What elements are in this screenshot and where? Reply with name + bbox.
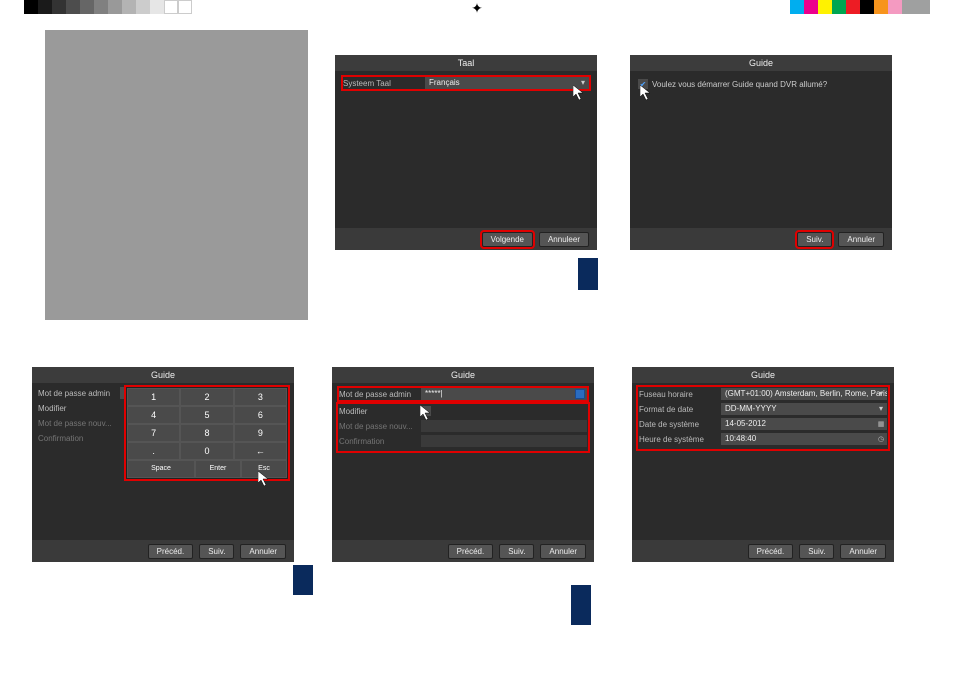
cancel-button[interactable]: Annuler: [838, 232, 884, 247]
modify-label: Modifier: [339, 407, 421, 416]
admin-password-label: Mot de passe admin: [38, 389, 120, 398]
screen-datetime: Guide Fuseau horaire (GMT+01:00) Amsterd…: [632, 367, 894, 562]
confirm-label: Confirmation: [38, 434, 120, 443]
keyboard-icon[interactable]: [575, 389, 585, 399]
numpad-key-3[interactable]: 3: [234, 388, 287, 406]
numpad-key-8[interactable]: 8: [180, 424, 233, 442]
cancel-button[interactable]: Annuler: [240, 544, 286, 559]
numpad-key-9[interactable]: 9: [234, 424, 287, 442]
prev-button[interactable]: Précéd.: [748, 544, 794, 559]
calendar-icon[interactable]: ▦: [877, 419, 885, 427]
virtual-numpad: 1 2 3 4 5 6 7 8 9 . 0 ← Space Enter: [126, 387, 288, 479]
numpad-key-6[interactable]: 6: [234, 406, 287, 424]
timezone-label: Fuseau horaire: [639, 390, 721, 399]
numpad-key-enter[interactable]: Enter: [195, 460, 241, 478]
numpad-key-space[interactable]: Space: [127, 460, 195, 478]
numpad-key-7[interactable]: 7: [127, 424, 180, 442]
registration-icon: ✦: [471, 0, 483, 17]
clock-icon[interactable]: ◷: [877, 434, 885, 442]
annotation-marker: [293, 565, 313, 595]
start-guide-label: Voulez vous démarrer Guide quand DVR all…: [652, 80, 827, 89]
colorbar-left: [24, 0, 192, 14]
annotation-marker: [578, 258, 598, 290]
window-title: Guide: [630, 55, 892, 71]
start-guide-checkbox[interactable]: ✔: [638, 79, 648, 89]
language-dropdown[interactable]: Français: [425, 77, 589, 89]
screen-language: Taal Systeem Taal Français Volgende Annu…: [335, 55, 597, 250]
systemdate-field[interactable]: 14-05-2012 ▦: [721, 418, 887, 430]
new-password-label: Mot de passe nouv...: [38, 419, 120, 428]
numpad-key-2[interactable]: 2: [180, 388, 233, 406]
cancel-button[interactable]: Annuleer: [539, 232, 589, 247]
systemtime-label: Heure de système: [639, 435, 721, 444]
modify-label: Modifier: [38, 404, 120, 413]
systemtime-field[interactable]: 10:48:40 ◷: [721, 433, 887, 445]
numpad-key-4[interactable]: 4: [127, 406, 180, 424]
next-button[interactable]: Suiv.: [499, 544, 534, 559]
numpad-key-dot[interactable]: .: [127, 442, 180, 460]
confirm-label: Confirmation: [339, 437, 421, 446]
numpad-key-0[interactable]: 0: [180, 442, 233, 460]
colorbar-right: [790, 0, 930, 14]
screen-password-numpad: Guide Mot de passe admin ***** Modifier …: [32, 367, 294, 562]
annotation-marker: [571, 585, 591, 625]
prev-button[interactable]: Précéd.: [148, 544, 194, 559]
window-title: Guide: [332, 367, 594, 383]
preview-noise-block: [45, 30, 308, 320]
prev-button[interactable]: Précéd.: [448, 544, 494, 559]
numpad-key-esc[interactable]: Esc: [241, 460, 287, 478]
window-title: Guide: [32, 367, 294, 383]
screen-password-modify: Guide Mot de passe admin *****| Modifier…: [332, 367, 594, 562]
cancel-button[interactable]: Annuler: [540, 544, 586, 559]
cancel-button[interactable]: Annuler: [840, 544, 886, 559]
modify-checkbox[interactable]: [421, 406, 431, 416]
language-label: Systeem Taal: [343, 79, 425, 88]
next-button[interactable]: Suiv.: [797, 232, 832, 247]
dateformat-label: Format de date: [639, 405, 721, 414]
next-button[interactable]: Suiv.: [799, 544, 834, 559]
confirm-password-field[interactable]: [421, 435, 587, 447]
new-password-field[interactable]: [421, 420, 587, 432]
numpad-key-backspace[interactable]: ←: [234, 442, 287, 460]
window-title: Guide: [632, 367, 894, 383]
window-title: Taal: [335, 55, 597, 71]
numpad-key-5[interactable]: 5: [180, 406, 233, 424]
next-button[interactable]: Volgende: [482, 232, 533, 247]
numpad-key-1[interactable]: 1: [127, 388, 180, 406]
screen-guide-start: Guide ✔ Voulez vous démarrer Guide quand…: [630, 55, 892, 250]
timezone-dropdown[interactable]: (GMT+01:00) Amsterdam, Berlin, Rome, Par…: [721, 388, 887, 400]
new-password-label: Mot de passe nouv...: [339, 422, 421, 431]
admin-password-label: Mot de passe admin: [339, 390, 421, 399]
systemdate-label: Date de système: [639, 420, 721, 429]
dateformat-dropdown[interactable]: DD-MM-YYYY: [721, 403, 887, 415]
admin-password-field[interactable]: *****|: [421, 388, 587, 400]
next-button[interactable]: Suiv.: [199, 544, 234, 559]
